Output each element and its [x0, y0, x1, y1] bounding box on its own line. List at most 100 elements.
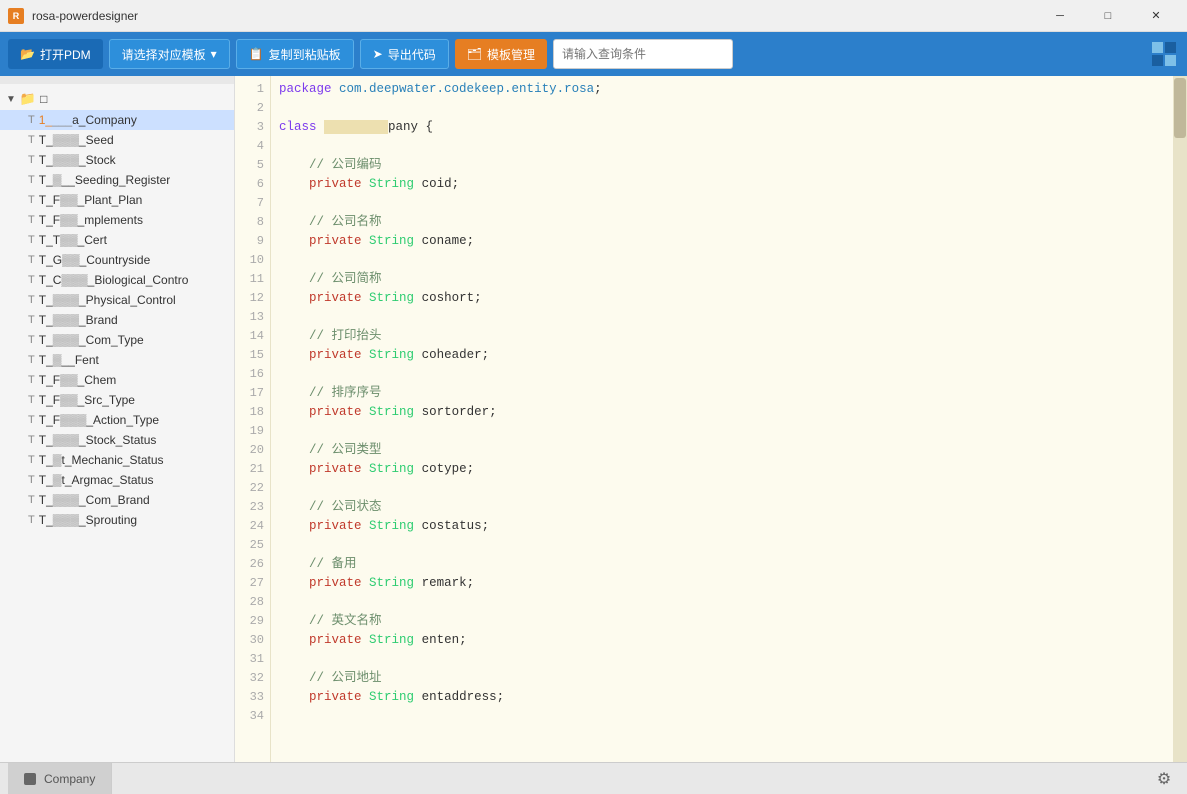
line-num-25: 25: [250, 536, 264, 555]
tree-item-icon: T: [28, 454, 35, 466]
tree-item-mechanic-status[interactable]: T T_▓t_Mechanic_Status: [0, 450, 234, 470]
line-num-18: 18: [250, 403, 264, 422]
maximize-button[interactable]: □: [1085, 0, 1131, 32]
tree-item-physical[interactable]: T T_▓▓▓_Physical_Control: [0, 290, 234, 310]
line-num-15: 15: [250, 346, 264, 365]
tree-item-icon: T: [28, 234, 35, 246]
minimize-button[interactable]: ─: [1037, 0, 1083, 32]
line-num-21: 21: [250, 460, 264, 479]
line-num-34: 34: [250, 707, 264, 726]
code-line-22: [279, 479, 1165, 498]
line-num-12: 12: [250, 289, 264, 308]
line-num-28: 28: [250, 593, 264, 612]
code-line-1: package com.deepwater.codekeep.entity.ro…: [279, 80, 1165, 99]
tree-item-stock-status[interactable]: T T_▓▓▓_Stock_Status: [0, 430, 234, 450]
code-area: 1 2 3 4 5 6 7 8 9 10 11 12 13 14 15 16 1…: [235, 76, 1187, 762]
line-num-33: 33: [250, 688, 264, 707]
tree-item-fent[interactable]: T T_▓__Fent: [0, 350, 234, 370]
tree-item-argmac-status[interactable]: T T_▓t_Argmac_Status: [0, 470, 234, 490]
open-pdm-button[interactable]: 📂 打开PDM: [8, 39, 103, 69]
titlebar-controls[interactable]: ─ □ ✕: [1037, 0, 1179, 32]
search-input[interactable]: [553, 39, 733, 69]
line-num-27: 27: [250, 574, 264, 593]
copy-icon: 📋: [249, 47, 264, 61]
logo-icon: [1149, 39, 1179, 69]
tree-item-icon: T: [28, 294, 35, 306]
code-editor: 1 2 3 4 5 6 7 8 9 10 11 12 13 14 15 16 1…: [235, 76, 1187, 762]
tree-item-plant-plan[interactable]: T T_F▓▓_Plant_Plan: [0, 190, 234, 210]
tree-item-seeding[interactable]: T T_▓__Seeding_Register: [0, 170, 234, 190]
line-num-9: 9: [257, 232, 264, 251]
tree-item-icon: T: [28, 314, 35, 326]
line-num-10: 10: [250, 251, 264, 270]
line-num-19: 19: [250, 422, 264, 441]
tree-item-stock[interactable]: T T_▓▓▓_Stock: [0, 150, 234, 170]
tree-item-label: T_▓▓▓_Seed: [39, 133, 114, 147]
titlebar-left: R rosa-powerdesigner: [8, 8, 138, 24]
code-line-29: // 英文名称: [279, 612, 1165, 631]
code-line-21: private String cotype;: [279, 460, 1165, 479]
status-tab-company[interactable]: Company: [8, 763, 112, 794]
line-num-30: 30: [250, 631, 264, 650]
tree-item-label: T_▓t_Mechanic_Status: [39, 453, 164, 467]
export-label: 导出代码: [388, 46, 436, 63]
tree-item-label: T_▓▓▓_Brand: [39, 313, 118, 327]
tree-item-label: T_▓▓▓_Stock_Status: [39, 433, 157, 447]
tree-item-src-type[interactable]: T T_F▓▓_Src_Type: [0, 390, 234, 410]
tree-item-seed[interactable]: T T_▓▓▓_Seed: [0, 130, 234, 150]
line-num-3: 3: [257, 118, 264, 137]
settings-gear-button[interactable]: ⚙: [1149, 764, 1179, 794]
statusbar: Company ⚙: [0, 762, 1187, 794]
tree-item-cert[interactable]: T T_T▓▓_Cert: [0, 230, 234, 250]
tree-item-biological[interactable]: T T_C▓▓▓_Biological_Contro: [0, 270, 234, 290]
close-button[interactable]: ✕: [1133, 0, 1179, 32]
tree-item-icon: T: [28, 334, 35, 346]
tree-item-com-type[interactable]: T T_▓▓▓_Com_Type: [0, 330, 234, 350]
code-line-15: private String coheader;: [279, 346, 1165, 365]
tree-item-implements[interactable]: T T_F▓▓_mplements: [0, 210, 234, 230]
code-line-16: [279, 365, 1165, 384]
dropdown-arrow-icon: ▾: [211, 47, 217, 61]
template-mgmt-button[interactable]: 🗂 模板管理: [455, 39, 547, 69]
copy-label: 复制到粘贴板: [269, 46, 341, 63]
code-content[interactable]: package com.deepwater.codekeep.entity.ro…: [271, 76, 1173, 762]
tree-item-label: T_▓▓▓_Com_Type: [39, 333, 144, 347]
tree-item-action-type[interactable]: T T_F▓▓▓_Action_Type: [0, 410, 234, 430]
tree-item-label: T_F▓▓_Chem: [39, 373, 117, 387]
titlebar: R rosa-powerdesigner ─ □ ✕: [0, 0, 1187, 32]
code-line-14: // 打印抬头: [279, 327, 1165, 346]
code-line-18: private String sortorder;: [279, 403, 1165, 422]
code-line-27: private String remark;: [279, 574, 1165, 593]
tree-item-icon: T: [28, 254, 35, 266]
tree-item-label: T_F▓▓▓_Action_Type: [39, 413, 159, 427]
code-line-9: private String coname;: [279, 232, 1165, 251]
line-num-5: 5: [257, 156, 264, 175]
tree-item-label: 1____a_Company: [39, 113, 137, 127]
tree-item-chem[interactable]: T T_F▓▓_Chem: [0, 370, 234, 390]
code-line-17: // 排序序号: [279, 384, 1165, 403]
tree-item-label: T_▓▓▓_Stock: [39, 153, 116, 167]
code-line-33: private String entaddress;: [279, 688, 1165, 707]
code-line-10: [279, 251, 1165, 270]
scrollbar-thumb[interactable]: [1174, 78, 1186, 138]
code-line-19: [279, 422, 1165, 441]
toolbar: 📂 打开PDM 请选择对应模板 ▾ 📋 复制到粘贴板 ➤ 导出代码 🗂 模板管理: [0, 32, 1187, 76]
tree-item-com-brand[interactable]: T T_▓▓▓_Com_Brand: [0, 490, 234, 510]
tree-root[interactable]: ▼ 📁 □: [0, 88, 234, 110]
tree-item-label: T_▓t_Argmac_Status: [39, 473, 154, 487]
tree-item-sprouting[interactable]: T T_▓▓▓_Sprouting: [0, 510, 234, 530]
export-code-button[interactable]: ➤ 导出代码: [360, 39, 449, 69]
export-icon: ➤: [373, 47, 383, 61]
vertical-scrollbar[interactable]: [1173, 76, 1187, 762]
line-num-24: 24: [250, 517, 264, 536]
tree-item-company[interactable]: T 1____a_Company: [0, 110, 234, 130]
tree-item-brand[interactable]: T T_▓▓▓_Brand: [0, 310, 234, 330]
tree-item-label: T_T▓▓_Cert: [39, 233, 107, 247]
line-num-26: 26: [250, 555, 264, 574]
tree-item-countryside[interactable]: T T_G▓▓_Countryside: [0, 250, 234, 270]
tree-item-icon: T: [28, 494, 35, 506]
tree-item-label: T_▓__Seeding_Register: [39, 173, 171, 187]
copy-clipboard-button[interactable]: 📋 复制到粘贴板: [236, 39, 354, 69]
select-template-button[interactable]: 请选择对应模板 ▾: [109, 39, 230, 69]
line-num-4: 4: [257, 137, 264, 156]
